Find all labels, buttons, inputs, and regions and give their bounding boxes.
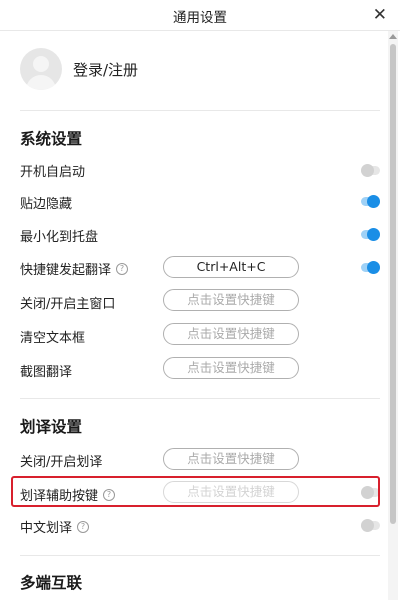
assist-key-hotkey-button[interactable]: 点击设置快捷键	[163, 481, 299, 503]
divider	[20, 398, 380, 399]
hotkey-translate-button[interactable]: Ctrl+Alt+C	[163, 256, 299, 278]
divider	[20, 555, 380, 556]
screenshot-translate-label: 截图翻译	[20, 365, 73, 380]
hotkey-translate-label: 快捷键发起翻译	[20, 263, 112, 278]
login-register-link[interactable]: 登录/注册	[20, 47, 138, 91]
edge-hide-label: 贴边隐藏	[20, 197, 73, 212]
close-icon[interactable]: ✕	[373, 5, 387, 25]
screenshot-translate-hotkey-button[interactable]: 点击设置快捷键	[163, 357, 299, 379]
assist-key-toggle[interactable]	[361, 486, 380, 499]
system-settings-title: 系统设置	[20, 130, 83, 148]
chinese-selection-label: 中文划译	[20, 521, 73, 536]
autostart-toggle[interactable]	[361, 164, 380, 177]
toggle-main-window-hotkey-button[interactable]: 点击设置快捷键	[163, 289, 299, 311]
title-bar: 通用设置 ✕	[0, 0, 400, 31]
scrollbar-thumb[interactable]	[390, 44, 396, 524]
minimize-to-tray-label: 最小化到托盘	[20, 230, 99, 245]
toggle-main-window-label: 关闭/开启主窗口	[20, 297, 116, 312]
assist-key-label: 划译辅助按键	[20, 489, 99, 504]
help-icon[interactable]: ?	[116, 262, 129, 275]
toggle-selection-hotkey-button[interactable]: 点击设置快捷键	[163, 448, 299, 470]
avatar-head-shape	[33, 56, 49, 72]
edge-hide-toggle[interactable]	[361, 195, 380, 208]
avatar-shoulders-shape	[26, 75, 56, 90]
help-icon[interactable]: ?	[103, 488, 116, 501]
hotkey-translate-row: 快捷键发起翻译 ?	[20, 259, 129, 278]
clear-textbox-hotkey-button[interactable]: 点击设置快捷键	[163, 323, 299, 345]
minimize-to-tray-toggle[interactable]	[361, 228, 380, 241]
assist-key-row: 划译辅助按键 ?	[20, 485, 116, 504]
vertical-scrollbar[interactable]	[388, 31, 398, 600]
autostart-label: 开机自启动	[20, 165, 86, 180]
chinese-selection-toggle[interactable]	[361, 519, 380, 532]
help-icon[interactable]: ?	[77, 520, 90, 533]
hotkey-translate-toggle[interactable]	[361, 261, 380, 274]
login-register-label: 登录/注册	[73, 60, 139, 79]
divider	[20, 110, 380, 111]
window-title: 通用设置	[173, 10, 227, 26]
scroll-up-arrow-icon[interactable]	[389, 34, 397, 39]
settings-content: 登录/注册 系统设置 开机自启动 贴边隐藏 最小化到托盘 快捷键发起翻译 ? C…	[0, 31, 386, 600]
multi-device-title: 多端互联	[20, 574, 83, 592]
selection-settings-title: 划译设置	[20, 418, 83, 436]
toggle-selection-label: 关闭/开启划译	[20, 455, 103, 470]
avatar	[20, 48, 62, 90]
chinese-selection-row: 中文划译 ?	[20, 517, 90, 536]
clear-textbox-label: 清空文本框	[20, 331, 86, 346]
